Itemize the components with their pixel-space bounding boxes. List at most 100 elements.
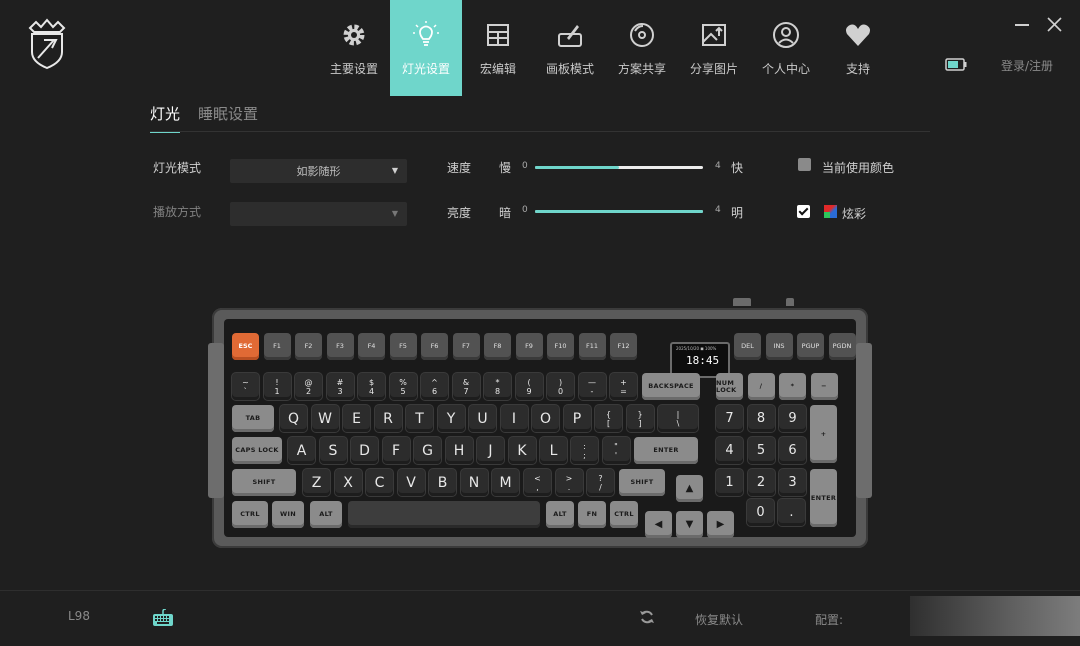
key-f3[interactable]: F3 — [326, 333, 354, 360]
key-num-4[interactable]: $4 — [358, 373, 385, 400]
key-f11[interactable]: F11 — [578, 333, 606, 360]
key-q[interactable]: Q — [280, 405, 307, 432]
key-arrow-right[interactable]: ▶ — [707, 511, 734, 538]
key-right-alt[interactable]: ALT — [546, 501, 574, 528]
key-numpad-6[interactable]: 6 — [779, 437, 806, 464]
key-arrow-left[interactable]: ◀ — [645, 511, 672, 538]
key-num-12[interactable]: + = — [610, 373, 637, 400]
key-zsym-2[interactable]: ? / — [587, 469, 614, 496]
nav-share-image[interactable]: 分享图片 — [678, 0, 750, 96]
key-numpad-9[interactable]: 9 — [779, 405, 806, 432]
key-numpad-1[interactable]: 1 — [716, 469, 743, 496]
key-num-5[interactable]: % 5 — [389, 373, 417, 400]
key-t[interactable]: T — [406, 405, 433, 432]
play-mode-select[interactable]: ▼ — [230, 202, 407, 226]
nav-personal-center[interactable]: 个人中心 — [750, 0, 822, 96]
key-ins[interactable]: INS — [765, 333, 793, 360]
key-num-7[interactable]: & 7 — [452, 373, 480, 400]
keyboard-icon[interactable] — [152, 609, 174, 627]
key-h[interactable]: H — [445, 437, 473, 464]
key-esc[interactable]: ESC — [232, 333, 259, 360]
light-mode-select[interactable]: 如影随形 ▼ — [230, 159, 407, 183]
nav-canvas-mode[interactable]: 画板模式 — [534, 0, 606, 96]
key-u[interactable]: U — [469, 405, 496, 432]
key-tab[interactable]: TAB — [232, 405, 274, 432]
key-k[interactable]: K — [508, 437, 536, 464]
key-o[interactable]: O — [532, 405, 559, 432]
key-f[interactable]: F — [382, 437, 410, 464]
key-num-2[interactable]: @2 — [295, 373, 322, 400]
key-f10[interactable]: F10 — [547, 333, 574, 360]
key-f12[interactable]: F12 — [610, 333, 637, 360]
key-d[interactable]: D — [351, 437, 378, 464]
key-asym-0[interactable]: :; — [571, 437, 598, 464]
key-j[interactable]: J — [477, 437, 504, 464]
key-x[interactable]: X — [334, 469, 362, 496]
key-zsym-0[interactable]: <, — [524, 469, 551, 496]
nav-scheme-share[interactable]: 方案共享 — [606, 0, 678, 96]
key-numpad-dot[interactable]: . — [778, 499, 805, 526]
key-r[interactable]: R — [374, 405, 402, 432]
key-i[interactable]: I — [500, 405, 528, 432]
nav-lighting-settings[interactable]: 灯光设置 — [390, 0, 462, 96]
key-numpad-8[interactable]: 8 — [747, 405, 775, 432]
use-current-color-checkbox[interactable] — [798, 158, 811, 171]
key-w[interactable]: W — [311, 405, 339, 432]
key-numpad-top-2[interactable]: * — [779, 373, 806, 400]
key-num-10[interactable]: ) 0 — [547, 373, 574, 400]
key-pgup[interactable]: PGUP — [797, 333, 824, 360]
refresh-icon[interactable] — [639, 609, 655, 625]
key-numpad-top-3[interactable]: − — [810, 373, 838, 400]
key-asym-1[interactable]: " ' — [602, 437, 630, 464]
key-numpad-plus[interactable]: + — [810, 405, 837, 463]
key-f9[interactable]: F9 — [515, 333, 543, 360]
tab-lighting[interactable]: 灯光 — [150, 103, 181, 133]
key-num-0[interactable]: ~ ` — [232, 373, 259, 400]
key-right-ctrl[interactable]: CTRL — [610, 501, 638, 528]
key-v[interactable]: V — [397, 469, 425, 496]
key-numpad-0[interactable]: 0 — [747, 499, 774, 526]
key-space[interactable] — [348, 501, 540, 528]
key-zsym-1[interactable]: >. — [555, 469, 583, 496]
nav-macro-edit[interactable]: 宏编辑 — [462, 0, 534, 96]
key-n[interactable]: N — [460, 469, 488, 496]
key-f4[interactable]: F4 — [358, 333, 385, 360]
key-f6[interactable]: F6 — [421, 333, 448, 360]
key-numpad-enter[interactable]: ENTER — [810, 469, 837, 527]
key-numpad-4[interactable]: 4 — [716, 437, 743, 464]
key-a[interactable]: A — [288, 437, 315, 464]
speed-slider[interactable]: 0 4 — [522, 161, 722, 175]
key-num-3[interactable]: #3 — [326, 373, 354, 400]
key-win[interactable]: WIN — [272, 501, 304, 528]
speed-slider-track[interactable] — [535, 166, 703, 169]
close-icon[interactable] — [1046, 16, 1063, 33]
key-pgdn[interactable]: PGDN — [828, 333, 856, 360]
key-num-11[interactable]: — - — [578, 373, 606, 400]
minimize-button[interactable] — [1015, 24, 1029, 26]
key-qsym-1[interactable]: }] — [626, 405, 654, 432]
brightness-slider[interactable]: 0 4 — [522, 205, 722, 219]
key-f2[interactable]: F2 — [295, 333, 322, 360]
key-numpad-3[interactable]: 3 — [779, 469, 806, 496]
key-num-9[interactable]: (9 — [515, 373, 543, 400]
key-f7[interactable]: F7 — [452, 333, 480, 360]
key-left-alt[interactable]: ALT — [310, 501, 342, 528]
nav-main-settings[interactable]: 主要设置 — [318, 0, 390, 96]
key-caps-lock[interactable]: CAPS LOCK — [232, 437, 282, 464]
key-backspace[interactable]: BACKSPACE — [642, 373, 700, 400]
key-y[interactable]: Y — [437, 405, 465, 432]
key-left-shift[interactable]: SHIFT — [232, 469, 296, 496]
key-arrow-down[interactable]: ▼ — [676, 511, 703, 538]
key-f1[interactable]: F1 — [263, 333, 291, 360]
key-left-ctrl[interactable]: CTRL — [232, 501, 268, 528]
key-num-8[interactable]: * 8 — [484, 373, 511, 400]
key-numpad-top-0[interactable]: NUM LOCK — [716, 373, 743, 400]
key-numpad-5[interactable]: 5 — [747, 437, 775, 464]
key-num-1[interactable]: ! 1 — [263, 373, 291, 400]
key-c[interactable]: C — [366, 469, 393, 496]
key-numpad-2[interactable]: 2 — [747, 469, 775, 496]
key-del[interactable]: DEL — [734, 333, 761, 360]
key-l[interactable]: L — [540, 437, 567, 464]
key-arrow-up[interactable]: ▲ — [676, 475, 703, 502]
key-qsym-2[interactable]: | \ — [658, 405, 698, 432]
